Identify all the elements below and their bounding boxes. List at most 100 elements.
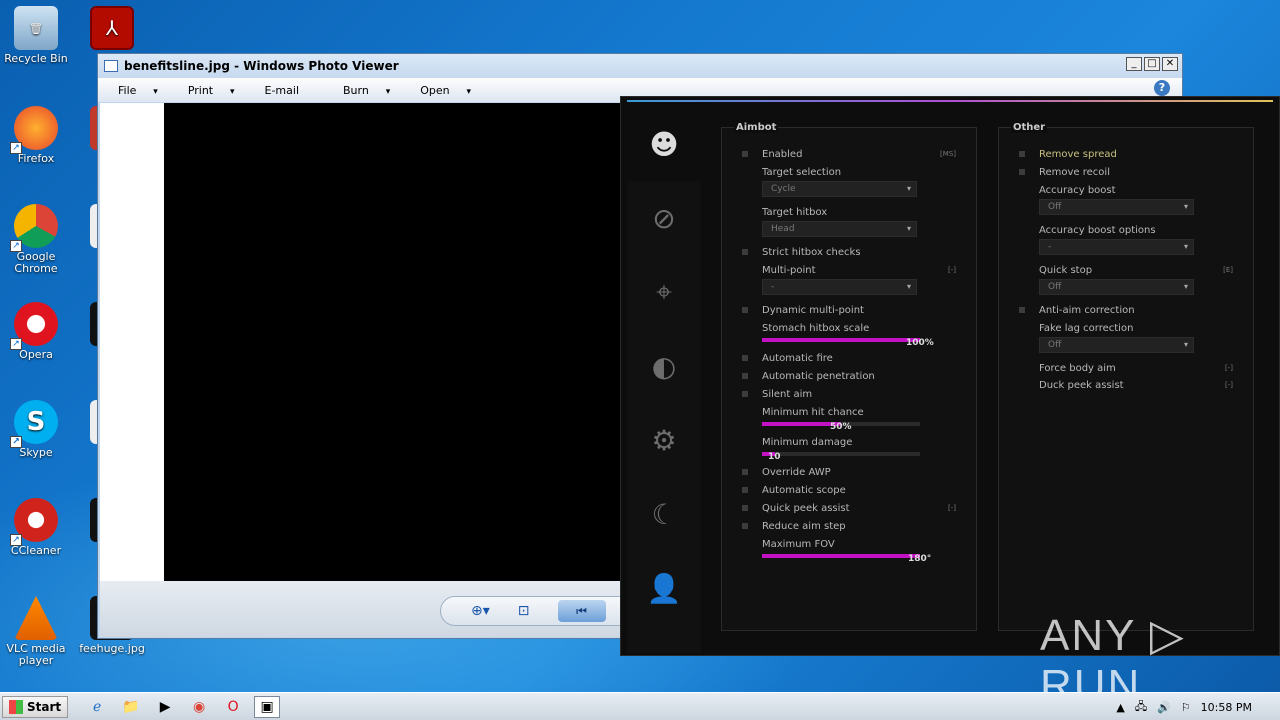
desktop-icon-vlc[interactable]: VLC media player bbox=[0, 596, 72, 667]
remove-recoil-checkbox[interactable]: Remove recoil bbox=[1019, 165, 1233, 179]
multipoint-label: Multi-point bbox=[762, 264, 816, 276]
stomach-scale-slider[interactable] bbox=[762, 338, 920, 342]
checkbox[interactable] bbox=[742, 151, 748, 157]
firefox-icon: ↗ bbox=[10, 106, 58, 154]
network-icon[interactable]: 🖧 bbox=[1135, 698, 1147, 717]
keybind[interactable]: [-] bbox=[1225, 381, 1233, 389]
silent-aim-checkbox[interactable]: Silent aim bbox=[742, 387, 956, 401]
fake-lag-label: Fake lag correction bbox=[1039, 322, 1134, 334]
quick-peek-checkbox[interactable]: Quick peek assist [-] bbox=[742, 501, 956, 515]
checkbox[interactable] bbox=[742, 487, 748, 493]
maximize-button[interactable]: □ bbox=[1144, 57, 1160, 71]
cheat-menu-window: ☻ ⊘ ⌖ ◐ ⚙ ☾ 👤 Aimbot Enabled [MS] Target … bbox=[620, 96, 1280, 656]
chrome-taskbar-icon[interactable]: ◉ bbox=[186, 696, 212, 718]
stomach-scale-label: Stomach hitbox scale bbox=[762, 322, 870, 334]
checkbox[interactable] bbox=[742, 391, 748, 397]
desktop-icon-firefox[interactable]: ↗ Firefox bbox=[0, 106, 72, 165]
auto-scope-checkbox[interactable]: Automatic scope bbox=[742, 483, 956, 497]
photo-viewer-taskbar-icon[interactable]: ▣ bbox=[254, 695, 281, 718]
target-hitbox-dropdown[interactable]: Head bbox=[762, 221, 917, 237]
menu-print[interactable]: Print bbox=[188, 84, 235, 97]
remove-spread-checkbox[interactable]: Remove spread bbox=[1019, 147, 1233, 161]
fake-lag-dropdown[interactable]: Off bbox=[1039, 337, 1194, 353]
actual-size-icon[interactable]: ⊡ bbox=[518, 603, 530, 619]
tab-aimbot[interactable]: ☻ bbox=[627, 107, 701, 181]
windows-logo-icon bbox=[9, 699, 23, 714]
menu-email[interactable]: E-mail bbox=[265, 84, 300, 97]
min-damage-value: 10 bbox=[768, 452, 781, 462]
enabled-checkbox[interactable]: Enabled [MS] bbox=[742, 147, 956, 161]
stomach-scale-value: 100% bbox=[906, 338, 934, 348]
crosshair-icon: ⌖ bbox=[656, 275, 672, 308]
tab-players[interactable]: 👤 bbox=[627, 551, 701, 625]
checkbox[interactable] bbox=[1019, 307, 1025, 313]
desktop-icon-skype[interactable]: S ↗ Skype bbox=[0, 400, 72, 459]
min-damage-label: Minimum damage bbox=[762, 436, 853, 448]
clock[interactable]: 10:58 PM bbox=[1201, 701, 1252, 714]
checkbox[interactable] bbox=[742, 505, 748, 511]
desktop: 🗑 Recycle Bin ↗ Firefox ↗ Google Chrome … bbox=[0, 0, 1280, 692]
multipoint-dropdown[interactable]: - bbox=[762, 279, 917, 295]
target-selection-label: Target selection bbox=[762, 166, 842, 178]
ie-icon[interactable]: ℯ bbox=[84, 696, 110, 718]
min-damage-slider[interactable] bbox=[762, 452, 920, 456]
opera-taskbar-icon[interactable]: O bbox=[220, 696, 246, 718]
desktop-icon-ccleaner[interactable]: ↗ CCleaner bbox=[0, 498, 72, 557]
tray-expand-icon[interactable]: ▲ bbox=[1116, 701, 1124, 714]
minimize-button[interactable]: _ bbox=[1126, 57, 1142, 71]
recycle-bin-icon: 🗑 bbox=[14, 6, 58, 50]
checkbox[interactable] bbox=[742, 249, 748, 255]
previous-button[interactable]: ⏮ bbox=[557, 600, 606, 622]
max-fov-slider[interactable] bbox=[762, 554, 920, 558]
checkbox[interactable] bbox=[742, 307, 748, 313]
close-button[interactable]: ✕ bbox=[1162, 57, 1178, 71]
checkbox[interactable] bbox=[1019, 151, 1025, 157]
keybind[interactable]: [MS] bbox=[940, 150, 956, 158]
checkbox[interactable] bbox=[742, 355, 748, 361]
checkbox[interactable] bbox=[742, 373, 748, 379]
tab-settings[interactable]: ⚙ bbox=[627, 403, 701, 477]
tab-visuals[interactable]: ◐ bbox=[627, 329, 701, 403]
keybind[interactable]: [-] bbox=[1225, 364, 1233, 372]
media-player-icon[interactable]: ▶ bbox=[152, 696, 178, 718]
reduce-aim-step-checkbox[interactable]: Reduce aim step bbox=[742, 519, 956, 533]
dynamic-multipoint-checkbox[interactable]: Dynamic multi-point bbox=[742, 303, 956, 317]
tab-skins[interactable]: ☾ bbox=[627, 477, 701, 551]
help-icon[interactable]: ? bbox=[1154, 80, 1170, 96]
action-center-icon[interactable]: ⚐ bbox=[1181, 701, 1191, 714]
keybind[interactable]: [-] bbox=[948, 266, 956, 274]
auto-fire-checkbox[interactable]: Automatic fire bbox=[742, 351, 956, 365]
quick-stop-dropdown[interactable]: Off bbox=[1039, 279, 1194, 295]
desktop-icon-recycle-bin[interactable]: 🗑 Recycle Bin bbox=[0, 6, 72, 65]
volume-icon[interactable]: 🔊 bbox=[1157, 701, 1171, 714]
anti-aim-correction-checkbox[interactable]: Anti-aim correction bbox=[1019, 303, 1233, 317]
target-hitbox-label: Target hitbox bbox=[762, 206, 828, 218]
override-awp-checkbox[interactable]: Override AWP bbox=[742, 465, 956, 479]
checkbox[interactable] bbox=[1019, 169, 1025, 175]
accuracy-boost-dropdown[interactable]: Off bbox=[1039, 199, 1194, 215]
tab-crosshair[interactable]: ⌖ bbox=[627, 255, 701, 329]
zoom-icon[interactable]: ⊕▾ bbox=[471, 603, 490, 619]
explorer-icon[interactable]: 📁 bbox=[118, 696, 144, 718]
menu-burn[interactable]: Burn bbox=[343, 84, 390, 97]
checkbox[interactable] bbox=[742, 523, 748, 529]
menu-file[interactable]: File bbox=[118, 84, 158, 97]
start-button[interactable]: Start bbox=[2, 695, 69, 718]
accuracy-options-dropdown[interactable]: - bbox=[1039, 239, 1194, 255]
keybind[interactable]: [-] bbox=[948, 504, 956, 512]
keybind[interactable]: [E] bbox=[1223, 266, 1233, 274]
desktop-icon-chrome[interactable]: ↗ Google Chrome bbox=[0, 204, 72, 275]
target-selection-dropdown[interactable]: Cycle bbox=[762, 181, 917, 197]
anyrun-watermark: ANY ▷ RUN bbox=[1040, 611, 1186, 692]
player-icon: 👤 bbox=[646, 571, 682, 605]
tab-anti-aim[interactable]: ⊘ bbox=[627, 181, 701, 255]
menu-open[interactable]: Open bbox=[420, 84, 471, 97]
strict-hitbox-checkbox[interactable]: Strict hitbox checks bbox=[742, 245, 956, 259]
anti-aim-icon: ⊘ bbox=[652, 201, 676, 235]
max-fov-value: 180° bbox=[908, 554, 932, 564]
photo-viewer-icon bbox=[104, 60, 118, 72]
desktop-icon-opera[interactable]: ↗ Opera bbox=[0, 302, 72, 361]
checkbox[interactable] bbox=[742, 469, 748, 475]
photo-viewer-titlebar[interactable]: benefitsline.jpg - Windows Photo Viewer … bbox=[98, 54, 1182, 78]
auto-penetration-checkbox[interactable]: Automatic penetration bbox=[742, 369, 956, 383]
